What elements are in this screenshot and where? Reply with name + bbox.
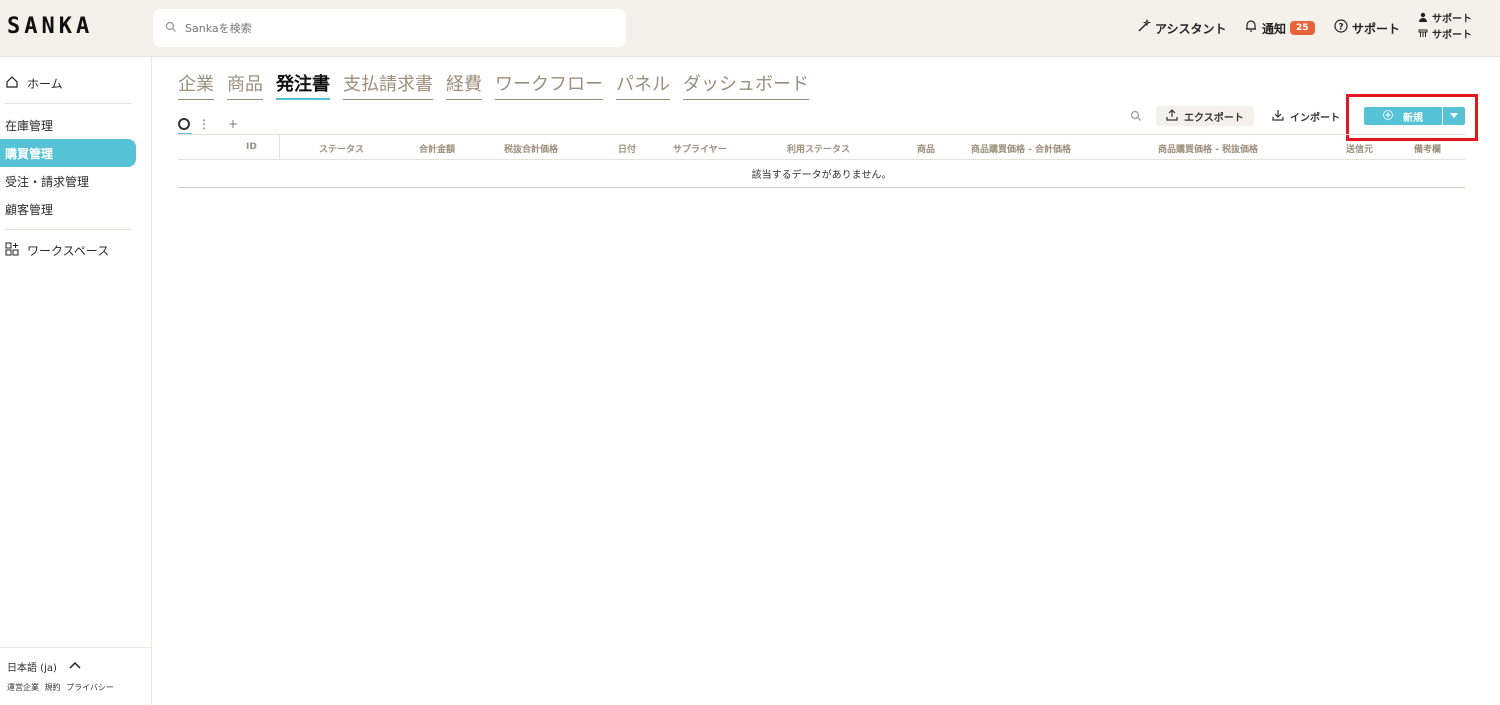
tab-expenses[interactable]: 経費 (446, 70, 482, 100)
sidebar-item-orders-billing[interactable]: 受注・請求管理 (0, 167, 136, 195)
sidebar-home-label: ホーム (27, 77, 63, 91)
sidebar-footer: 日本語 (ja) 運営企業 規約 プライバシー (0, 647, 151, 704)
sidebar-divider (5, 229, 131, 230)
user-name: サポート (1432, 14, 1472, 25)
search-input[interactable] (185, 21, 585, 35)
column-header-status[interactable]: ステータス (319, 142, 364, 155)
sidebar-item-label: 在庫管理 (5, 118, 54, 133)
import-button[interactable]: インポート (1262, 106, 1350, 126)
sidebar: ホーム 在庫管理 購買管理 受注・請求管理 顧客管理 ワークスペース 日本語 (… (0, 57, 152, 705)
global-search[interactable] (153, 9, 626, 47)
download-icon (1272, 109, 1284, 124)
footer-link-company[interactable]: 運営企業 (7, 683, 39, 692)
sanka-logo[interactable]: SANKA (7, 14, 93, 39)
column-header-usage-status[interactable]: 利用ステータス (787, 142, 850, 155)
sidebar-divider (5, 103, 131, 104)
module-tabs: 企業 商品 発注書 支払請求書 経費 ワークフロー パネル ダッシュボード (178, 70, 809, 100)
column-header-date[interactable]: 日付 (618, 142, 636, 155)
language-selector[interactable]: 日本語 (ja) (7, 659, 144, 674)
tab-purchase-orders[interactable]: 発注書 (276, 70, 330, 100)
sidebar-item-label: 顧客管理 (5, 202, 54, 217)
organization-icon (1418, 28, 1428, 44)
workspace-name: サポート (1432, 30, 1472, 41)
sidebar-workspace-label: ワークスペース (27, 244, 110, 258)
sidebar-item-label: 受注・請求管理 (5, 174, 90, 189)
assistant-label: アシスタント (1155, 21, 1227, 36)
column-header-total[interactable]: 合計金額 (419, 142, 455, 155)
column-header-supplier[interactable]: サプライヤー (673, 142, 727, 155)
upload-icon (1166, 108, 1178, 124)
column-header-notes[interactable]: 備考欄 (1414, 142, 1441, 155)
user-menu[interactable]: サポート サポート (1418, 12, 1472, 44)
purchase-orders-table: ID ステータス 合計金額 税抜合計価格 日付 サプライヤー 利用ステータス 商… (178, 134, 1465, 188)
view-selector-bar: ⋮ + (178, 117, 238, 131)
empty-state-row: 該当するデータがありません。 (178, 160, 1465, 188)
export-button[interactable]: エクスポート (1156, 106, 1254, 126)
tab-dashboards[interactable]: ダッシュボード (683, 70, 809, 100)
empty-state-message: 該当するデータがありません。 (751, 170, 892, 181)
sidebar-item-customers[interactable]: 顧客管理 (0, 195, 136, 223)
column-header-line-price-ex-tax[interactable]: 商品購買価格 - 税抜価格 (1158, 142, 1258, 155)
export-label: エクスポート (1184, 112, 1244, 124)
column-header-product[interactable]: 商品 (917, 142, 935, 155)
sidebar-item-workspace[interactable]: ワークスペース (5, 242, 109, 259)
tab-workflows[interactable]: ワークフロー (495, 70, 603, 100)
home-icon (5, 75, 19, 92)
magic-wand-icon (1137, 18, 1152, 37)
column-header-line-total[interactable]: 商品購買価格 - 合計価格 (971, 142, 1071, 155)
sidebar-item-label: 購買管理 (5, 146, 54, 161)
add-view-icon[interactable]: + (228, 117, 238, 131)
plus-icon (1383, 109, 1393, 123)
new-button[interactable]: 新規 (1364, 107, 1442, 125)
bell-icon (1244, 19, 1258, 37)
support-label: サポート (1352, 21, 1401, 36)
search-icon (165, 21, 179, 35)
column-divider (279, 135, 280, 160)
sidebar-item-purchasing[interactable]: 購買管理 (0, 139, 136, 167)
tab-bills[interactable]: 支払請求書 (343, 70, 433, 100)
new-dropdown-button[interactable] (1443, 107, 1465, 125)
caret-down-icon (1450, 111, 1458, 121)
footer-link-terms[interactable]: 規約 (45, 683, 61, 692)
tab-companies[interactable]: 企業 (178, 70, 214, 100)
tab-panels[interactable]: パネル (616, 70, 670, 100)
language-label: 日本語 (ja) (7, 663, 57, 674)
new-label: 新規 (1403, 112, 1423, 124)
view-circle-icon[interactable] (178, 118, 190, 130)
table-header: ID ステータス 合計金額 税抜合計価格 日付 サプライヤー 利用ステータス 商… (178, 134, 1465, 160)
apps-grid-icon (5, 242, 19, 259)
import-label: インポート (1290, 112, 1340, 124)
view-options-icon[interactable]: ⋮ (198, 117, 210, 131)
sidebar-item-inventory[interactable]: 在庫管理 (0, 111, 136, 139)
support-button[interactable]: ? サポート (1334, 19, 1400, 37)
footer-link-privacy[interactable]: プライバシー (66, 683, 114, 692)
chevron-up-icon (69, 661, 81, 672)
assistant-button[interactable]: アシスタント (1137, 18, 1227, 37)
notifications-label: 通知 (1262, 21, 1287, 36)
footer-links: 運営企業 規約 プライバシー (7, 682, 144, 693)
top-header: SANKA アシスタント 通知 25 ? サポート サポート (0, 0, 1500, 57)
column-header-id[interactable]: ID (246, 142, 257, 152)
column-header-sender[interactable]: 送信元 (1346, 142, 1373, 155)
notification-count-badge: 25 (1290, 21, 1315, 35)
svg-text:?: ? (1338, 23, 1343, 33)
column-header-subtotal[interactable]: 税抜合計価格 (504, 142, 558, 155)
help-circle-icon: ? (1334, 19, 1348, 37)
notifications-button[interactable]: 通知 25 (1244, 19, 1315, 37)
sidebar-item-home[interactable]: ホーム (5, 75, 63, 92)
table-search-icon[interactable] (1130, 110, 1142, 125)
user-icon (1418, 12, 1428, 28)
tab-products[interactable]: 商品 (227, 70, 263, 100)
